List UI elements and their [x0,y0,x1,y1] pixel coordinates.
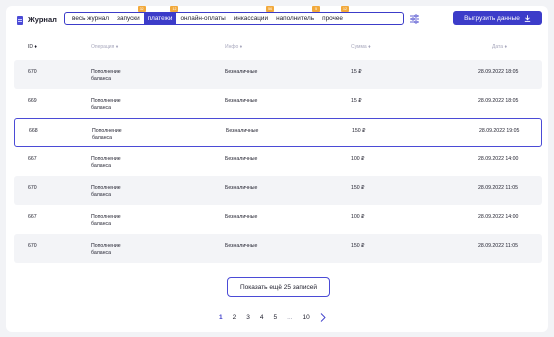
cell-info: Безналичные [225,185,258,191]
table-row[interactable]: 670 Пополнение баланса Безналичные 15 ₽ 28.0… [14,60,542,89]
table-body: 670 Пополнение баланса Безналичные 15 ₽ 28.0… [14,60,542,263]
journal-header: Журнал весь журнал запуски 32 платежи 12 онла… [6,6,548,32]
column-header-id[interactable]: ID ♦ [28,44,37,50]
cell-date: 28.09.2022 18:05 [478,69,519,75]
cell-operation: Пополнение баланса [91,243,121,256]
tab-6[interactable]: прочее 12 [318,6,349,24]
show-more-label: Показать ещё 25 записей [239,283,318,291]
cell-id: 667 [28,156,37,162]
cell-id: 668 [29,128,38,134]
page-link-last[interactable]: 10 [303,314,310,321]
tab-count-badge: 12 [170,6,179,12]
cell-date: 28.09.2022 11:05 [478,185,518,191]
tab-label: онлайн-оплаты [180,15,226,22]
tab-4[interactable]: инкассации 56 [230,6,275,24]
cell-operation: Пополнение баланса [91,156,121,169]
tab-label: запуски [117,15,140,22]
pagination: 1 2 3 4 5... 10 [219,312,326,322]
table-row[interactable]: 670 Пополнение баланса Безналичные 150 ₽ 28.… [14,176,542,205]
cell-info: Безналичные [226,128,259,134]
table-header: ID ♦ Операция ♦ Инфо ♦ Сумма ♦ Дата ♦ [6,44,548,54]
cell-operation: Пополнение баланса [91,98,121,111]
journal-card: Журнал весь журнал запуски 32 платежи 12 онла… [6,6,548,332]
cell-date: 28.09.2022 11:05 [478,243,518,249]
cell-id: 670 [28,185,37,191]
page-link[interactable]: 2 [233,314,237,321]
cell-sum: 100 ₽ [351,156,365,162]
cell-info: Безналичные [225,214,258,220]
cell-info: Безналичные [225,98,258,104]
cell-sum: 15 ₽ [351,69,362,75]
cell-info: Безналичные [225,69,258,75]
cell-sum: 150 ₽ [351,185,365,191]
page-link[interactable]: 1 [219,314,223,321]
cell-id: 667 [28,214,37,220]
table-row[interactable]: 670 Пополнение баланса Безналичные 150 ₽ 28.… [14,234,542,263]
chevron-right-icon[interactable] [320,312,326,322]
tab-2[interactable]: платежи 12 [143,6,179,24]
column-header-info[interactable]: Инфо ♦ [225,44,242,50]
tab-count-badge: 56 [266,6,275,12]
page-title: Журнал [28,15,57,24]
show-more-button[interactable]: Показать ещё 25 записей [227,277,330,297]
cell-date: 28.09.2022 14:00 [478,214,519,220]
tab-label: весь журнал [72,15,110,22]
tab-label: прочее [322,15,343,22]
cell-sum: 150 ₽ [352,128,366,134]
tab-count-badge: 32 [137,6,146,12]
cell-operation: Пополнение баланса [91,214,121,227]
page-link[interactable]: 4 [260,314,264,321]
column-header-sum[interactable]: Сумма ♦ [351,44,371,50]
cell-sum: 15 ₽ [351,98,362,104]
tab-0[interactable]: весь журнал [68,13,113,24]
cell-operation: Пополнение баланса [91,185,121,198]
table-row[interactable]: 668 Пополнение баланса Безналичные 150 ₽ 28.… [14,118,542,147]
cell-id: 670 [28,69,37,75]
tab-1[interactable]: запуски 32 [113,6,146,24]
cell-date: 28.09.2022 19:05 [479,128,520,134]
table-row[interactable]: 667 Пополнение баланса Безналичные 100 ₽ 28.… [14,205,542,234]
tab-label: платежи [147,15,173,22]
cell-id: 669 [28,98,37,104]
cell-sum: 150 ₽ [351,243,365,249]
export-data-button[interactable]: Выгрузить данные [453,11,542,25]
cell-operation: Пополнение баланса [92,128,122,141]
cell-operation: Пополнение баланса [91,69,121,82]
tab-label: инкассации [233,15,269,22]
tab-count-badge: 5 [312,6,321,12]
column-header-operation[interactable]: Операция ♦ [91,44,141,50]
tab-5[interactable]: наполнитель 5 [272,6,321,24]
cell-sum: 100 ₽ [351,214,365,220]
download-icon [524,14,531,22]
page-link[interactable]: 5 [274,314,278,321]
filter-settings-icon[interactable] [410,14,419,24]
cell-info: Безналичные [225,243,258,249]
table-row[interactable]: 667 Пополнение баланса Безналичные 100 ₽ 28.… [14,147,542,176]
tab-count-badge: 12 [341,6,349,12]
table-row[interactable]: 669 Пополнение баланса Безналичные 15 ₽ 28.0… [14,89,542,118]
tab-3[interactable]: онлайн-оплаты [176,13,229,24]
cell-date: 28.09.2022 14:00 [478,156,519,162]
journal-tabs: весь журнал запуски 32 платежи 12 онлайн-опла… [64,6,404,25]
journal-icon [17,16,23,25]
cell-info: Безналичные [225,156,258,162]
page-ellipsis: ... [287,313,293,321]
page-link[interactable]: 3 [246,314,250,321]
column-header-date[interactable]: Дата ♦ [492,44,507,50]
cell-id: 670 [28,243,37,249]
cell-date: 28.09.2022 18:05 [478,98,519,104]
tab-label: наполнитель [276,15,315,22]
export-data-label: Выгрузить данные [464,14,520,22]
